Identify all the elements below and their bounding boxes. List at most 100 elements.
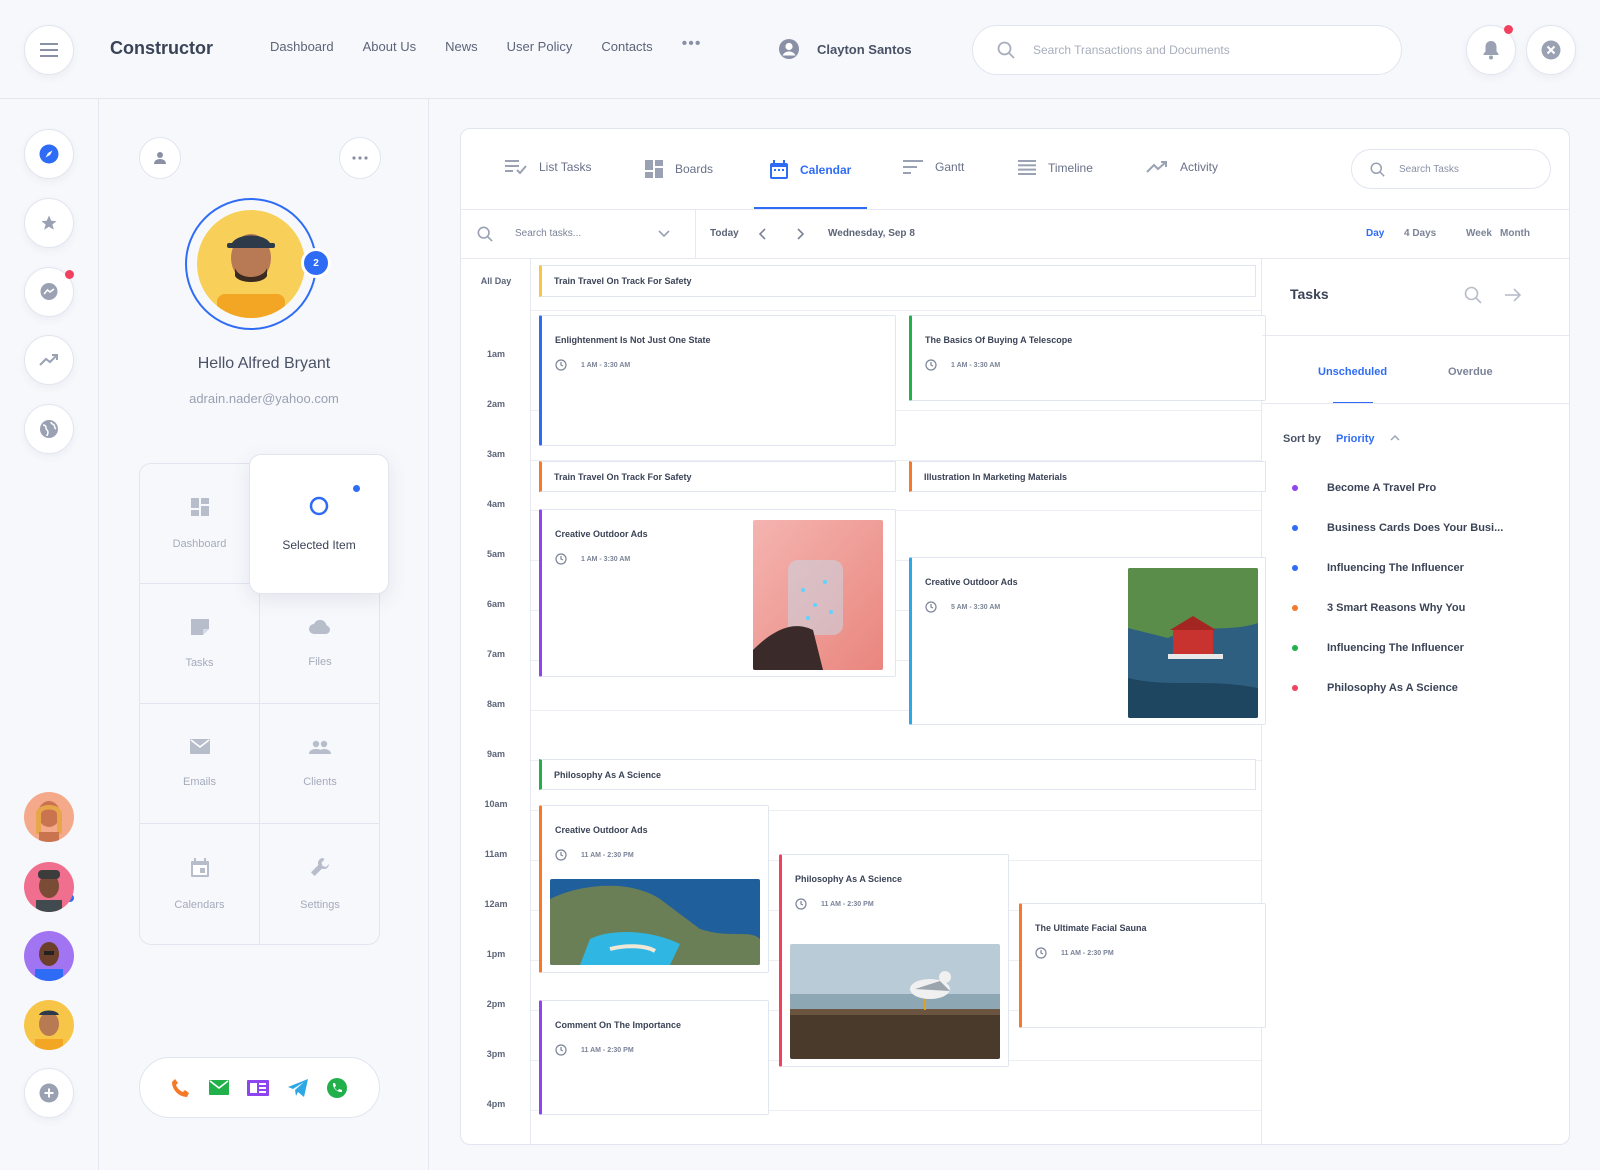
tasks-search-placeholder: Search Tasks — [1399, 163, 1459, 175]
menu-emails[interactable]: Emails — [140, 704, 260, 824]
task-list-item[interactable]: Influencing The Influencer — [1292, 562, 1464, 574]
menu-dashboard[interactable]: Dashboard — [140, 464, 260, 584]
hour-label: 4pm — [486, 1099, 506, 1109]
calendar-event[interactable]: Philosophy As A Science 11 AM - 2:30 PM — [779, 854, 1009, 1067]
calendar-event[interactable]: The Basics Of Buying A Telescope 1 AM - … — [909, 315, 1266, 401]
calendar-event[interactable]: Creative Outdoor Ads 1 AM - 3:30 AM — [539, 509, 896, 677]
telegram-icon[interactable] — [287, 1078, 308, 1097]
rail-messenger-button[interactable] — [24, 267, 74, 317]
task-list-item[interactable]: Influencing The Influencer — [1292, 642, 1464, 654]
clock-icon — [795, 898, 807, 910]
group-icon — [309, 740, 331, 754]
menu-calendars[interactable]: Calendars — [140, 824, 260, 944]
tab-activity[interactable]: Activity — [1146, 160, 1218, 174]
tasks-search-input[interactable]: Search Tasks — [1351, 149, 1551, 189]
event-time-text: 1 AM - 3:30 AM — [951, 361, 1001, 369]
task-list-item[interactable]: Philosophy As A Science — [1292, 682, 1458, 694]
rail-analytics-button[interactable] — [24, 335, 74, 385]
notifications-button[interactable] — [1466, 25, 1516, 75]
timeline-icon — [1018, 160, 1036, 175]
contact-avatar-4[interactable] — [24, 1000, 74, 1050]
event-time: 11 AM - 2:30 PM — [795, 898, 874, 910]
event-time-text: 1 AM - 3:30 AM — [581, 361, 631, 369]
tab-list-tasks[interactable]: List Tasks — [505, 160, 591, 174]
task-list-item[interactable]: Business Cards Does Your Busi... — [1292, 522, 1503, 534]
email-icon[interactable] — [209, 1080, 230, 1095]
calendar-event[interactable]: Train Travel On Track For Safety — [539, 461, 896, 492]
add-contact-button[interactable] — [24, 1068, 74, 1118]
book-icon[interactable] — [247, 1079, 270, 1096]
view-4days-button[interactable]: 4 Days — [1404, 228, 1436, 239]
menu-selected-item[interactable]: Selected Item — [249, 454, 389, 594]
search-icon[interactable] — [1464, 286, 1482, 304]
tab-calendar[interactable]: Calendar — [770, 160, 851, 179]
checklist-icon — [505, 160, 527, 174]
rail-globe-button[interactable] — [24, 404, 74, 454]
menu-clients[interactable]: Clients — [260, 704, 380, 824]
all-day-event[interactable]: Train Travel On Track For Safety — [539, 265, 1256, 297]
tasks-side-panel: Tasks Unscheduled Overdue Sort by Priori… — [1262, 259, 1569, 1144]
nav-more-button[interactable]: ••• — [682, 35, 702, 54]
today-button[interactable]: Today — [710, 228, 739, 239]
chevron-right-icon[interactable] — [797, 228, 805, 240]
global-search-input[interactable]: Search Transactions and Documents — [972, 25, 1402, 75]
calendar-event[interactable]: Creative Outdoor Ads 5 AM - 3:30 AM — [909, 557, 1266, 725]
profile-avatar[interactable] — [197, 210, 305, 318]
event-title: The Ultimate Facial Sauna — [1035, 923, 1147, 933]
nav-contacts[interactable]: Contacts — [601, 39, 652, 54]
nav-about-us[interactable]: About Us — [363, 39, 416, 54]
sort-by-dropdown[interactable]: Priority — [1336, 433, 1375, 445]
chevron-down-icon[interactable] — [658, 230, 670, 238]
calendar-event[interactable]: Creative Outdoor Ads 11 AM - 2:30 PM — [539, 805, 769, 973]
calendar-panel: List Tasks Boards Calendar Gantt Timelin… — [460, 128, 1570, 1145]
chevron-left-icon[interactable] — [758, 228, 766, 240]
circle-outline-icon — [309, 496, 329, 516]
calendar-event[interactable]: Illustration In Marketing Materials — [909, 461, 1266, 492]
search-icon — [997, 41, 1015, 59]
task-list-item[interactable]: Become A Travel Pro — [1292, 482, 1436, 494]
hour-label: 11am — [484, 849, 508, 859]
menu-calendars-label: Calendars — [174, 898, 225, 911]
hamburger-menu-button[interactable] — [24, 25, 74, 75]
calendar-event[interactable]: The Ultimate Facial Sauna 11 AM - 2:30 P… — [1019, 903, 1266, 1028]
view-week-button[interactable]: Week — [1466, 228, 1492, 239]
close-circle-icon — [1541, 40, 1561, 60]
chevron-up-icon[interactable] — [1390, 434, 1400, 441]
hour-label: 9am — [486, 749, 505, 759]
tab-gantt[interactable]: Gantt — [903, 160, 964, 174]
tab-overdue[interactable]: Overdue — [1448, 366, 1493, 378]
task-label: Influencing The Influencer — [1327, 642, 1464, 654]
arrow-right-icon[interactable] — [1504, 287, 1522, 303]
phone-icon[interactable] — [171, 1078, 191, 1098]
contact-avatar-1[interactable] — [24, 792, 74, 842]
tab-unscheduled[interactable]: Unscheduled — [1318, 366, 1387, 378]
tab-boards[interactable]: Boards — [645, 160, 713, 178]
profile-more-button[interactable] — [339, 137, 381, 179]
calendar-search-input[interactable]: Search tasks... — [515, 228, 581, 239]
close-button[interactable] — [1526, 25, 1576, 75]
task-list-item[interactable]: 3 Smart Reasons Why You — [1292, 602, 1465, 614]
user-menu[interactable]: Clayton Santos — [778, 38, 912, 60]
menu-files[interactable]: Files — [260, 584, 380, 704]
tab-timeline[interactable]: Timeline — [1018, 160, 1093, 175]
view-month-button[interactable]: Month — [1500, 228, 1530, 239]
menu-tasks[interactable]: Tasks — [140, 584, 260, 704]
rail-explore-button[interactable] — [24, 129, 74, 179]
contact-avatar-2[interactable] — [24, 862, 74, 912]
view-day-button[interactable]: Day — [1366, 228, 1384, 239]
nav-dashboard[interactable]: Dashboard — [270, 39, 334, 54]
calendar-event[interactable]: Philosophy As A Science — [539, 759, 1256, 790]
top-bar: Constructor Dashboard About Us News User… — [0, 0, 1600, 99]
event-image-beach — [550, 879, 760, 965]
all-day-label: All Day — [480, 276, 512, 286]
whatsapp-icon[interactable] — [326, 1077, 348, 1099]
menu-settings[interactable]: Settings — [260, 824, 380, 944]
nav-news[interactable]: News — [445, 39, 478, 54]
calendar-event[interactable]: Enlightenment Is Not Just One State 1 AM… — [539, 315, 896, 446]
nav-user-policy[interactable]: User Policy — [507, 39, 573, 54]
hour-label: 7am — [486, 649, 505, 659]
calendar-event[interactable]: Comment On The Importance 11 AM - 2:30 P… — [539, 1000, 769, 1115]
profile-button[interactable] — [139, 137, 181, 179]
contact-avatar-3[interactable] — [24, 931, 74, 981]
rail-favorites-button[interactable] — [24, 198, 74, 248]
